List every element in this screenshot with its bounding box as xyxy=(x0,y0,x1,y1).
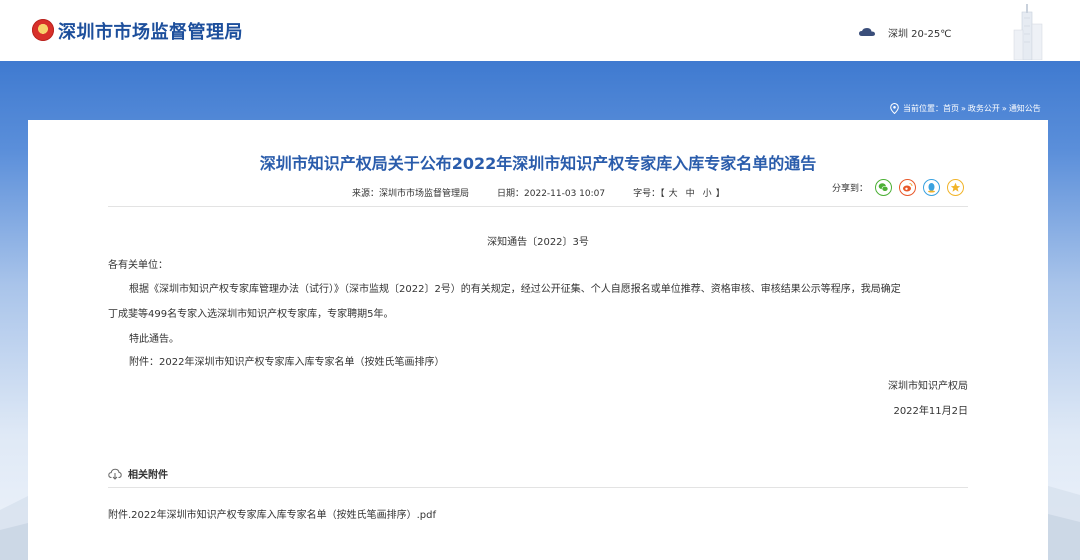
breadcrumb: 当前位置： 首页 » 政务公开 » 通知公告 xyxy=(890,101,1041,115)
notice-line: 特此通告。 xyxy=(129,334,179,345)
breadcrumb-separator: » xyxy=(961,103,966,113)
emblem-icon xyxy=(32,19,54,41)
share-qq-button[interactable] xyxy=(923,179,941,196)
font-size-bracket: 】 xyxy=(715,189,725,199)
breadcrumb-item-notices[interactable]: 通知公告 xyxy=(1009,103,1041,114)
attachments-heading-text: 相关附件 xyxy=(128,470,168,481)
article-title: 深圳市知识产权局关于公布2022年深圳市知识产权专家库入库专家名单的通告 xyxy=(259,154,817,173)
qzone-icon xyxy=(950,182,961,192)
font-size-small-button[interactable]: 小 xyxy=(703,186,712,199)
attachments-heading: 相关附件 xyxy=(108,466,168,481)
article-card: 深圳市知识产权局关于公布2022年深圳市知识产权专家库入库专家名单的通告 来源：… xyxy=(28,120,1048,560)
location-pin-icon xyxy=(890,102,899,114)
attachment-mention: 附件：2022年深圳市知识产权专家库入库专家名单（按姓氏笔画排序） xyxy=(129,357,445,368)
weather-text: 深圳 20-25℃ xyxy=(888,29,952,40)
article-meta: 来源：深圳市市场监督管理局 日期：2022-11-03 10:07 字号：【 大… xyxy=(352,186,725,199)
building-illustration xyxy=(1013,4,1043,60)
document-number: 深知通告〔2022〕3号 xyxy=(487,237,589,248)
body-paragraph-line-1: 根据《深圳市知识产权专家库管理办法（试行）》（深市监规〔2022〕2号）的有关规… xyxy=(129,284,901,295)
breadcrumb-separator: » xyxy=(1001,103,1007,113)
cloud-icon xyxy=(859,28,875,36)
share-wechat-button[interactable] xyxy=(875,179,893,196)
article-date: 日期：2022-11-03 10:07 xyxy=(497,189,606,199)
wechat-icon xyxy=(878,183,889,192)
share-label: 分享到： xyxy=(832,184,869,194)
attachments-divider xyxy=(108,487,968,488)
body-paragraph-line-2: 丁成斐等499名专家入选深圳市知识产权专家库，专家聘期5年。 xyxy=(108,309,394,320)
sign-date: 2022年11月2日 xyxy=(893,406,968,417)
share-qzone-button[interactable] xyxy=(947,179,965,196)
breadcrumb-item-government-affairs[interactable]: 政务公开 xyxy=(968,103,1000,114)
breadcrumb-item-home[interactable]: 首页 xyxy=(943,103,959,114)
download-icon xyxy=(108,468,122,480)
font-size-large-button[interactable]: 大 xyxy=(669,186,678,199)
title-divider xyxy=(108,206,968,207)
share-weibo-button[interactable] xyxy=(899,179,917,196)
weibo-icon xyxy=(903,183,913,192)
salutation: 各有关单位： xyxy=(108,260,168,271)
font-size-medium-button[interactable]: 中 xyxy=(686,186,695,199)
site-title[interactable]: 深圳市市场监督管理局 xyxy=(58,18,243,44)
breadcrumb-prefix: 当前位置： xyxy=(903,103,943,113)
share-bar: 分享到： xyxy=(832,179,965,196)
font-size-label: 字号：【 xyxy=(633,189,665,199)
site-header: 深圳市市场监督管理局 深圳 20-25℃ xyxy=(0,0,1080,61)
article-source: 来源：深圳市市场监督管理局 xyxy=(352,189,470,199)
qq-icon xyxy=(928,183,936,193)
signer: 深圳市知识产权局 xyxy=(888,381,968,392)
attachment-file-link[interactable]: 附件.2022年深圳市知识产权专家库入库专家名单（按姓氏笔画排序）.pdf xyxy=(108,506,436,521)
